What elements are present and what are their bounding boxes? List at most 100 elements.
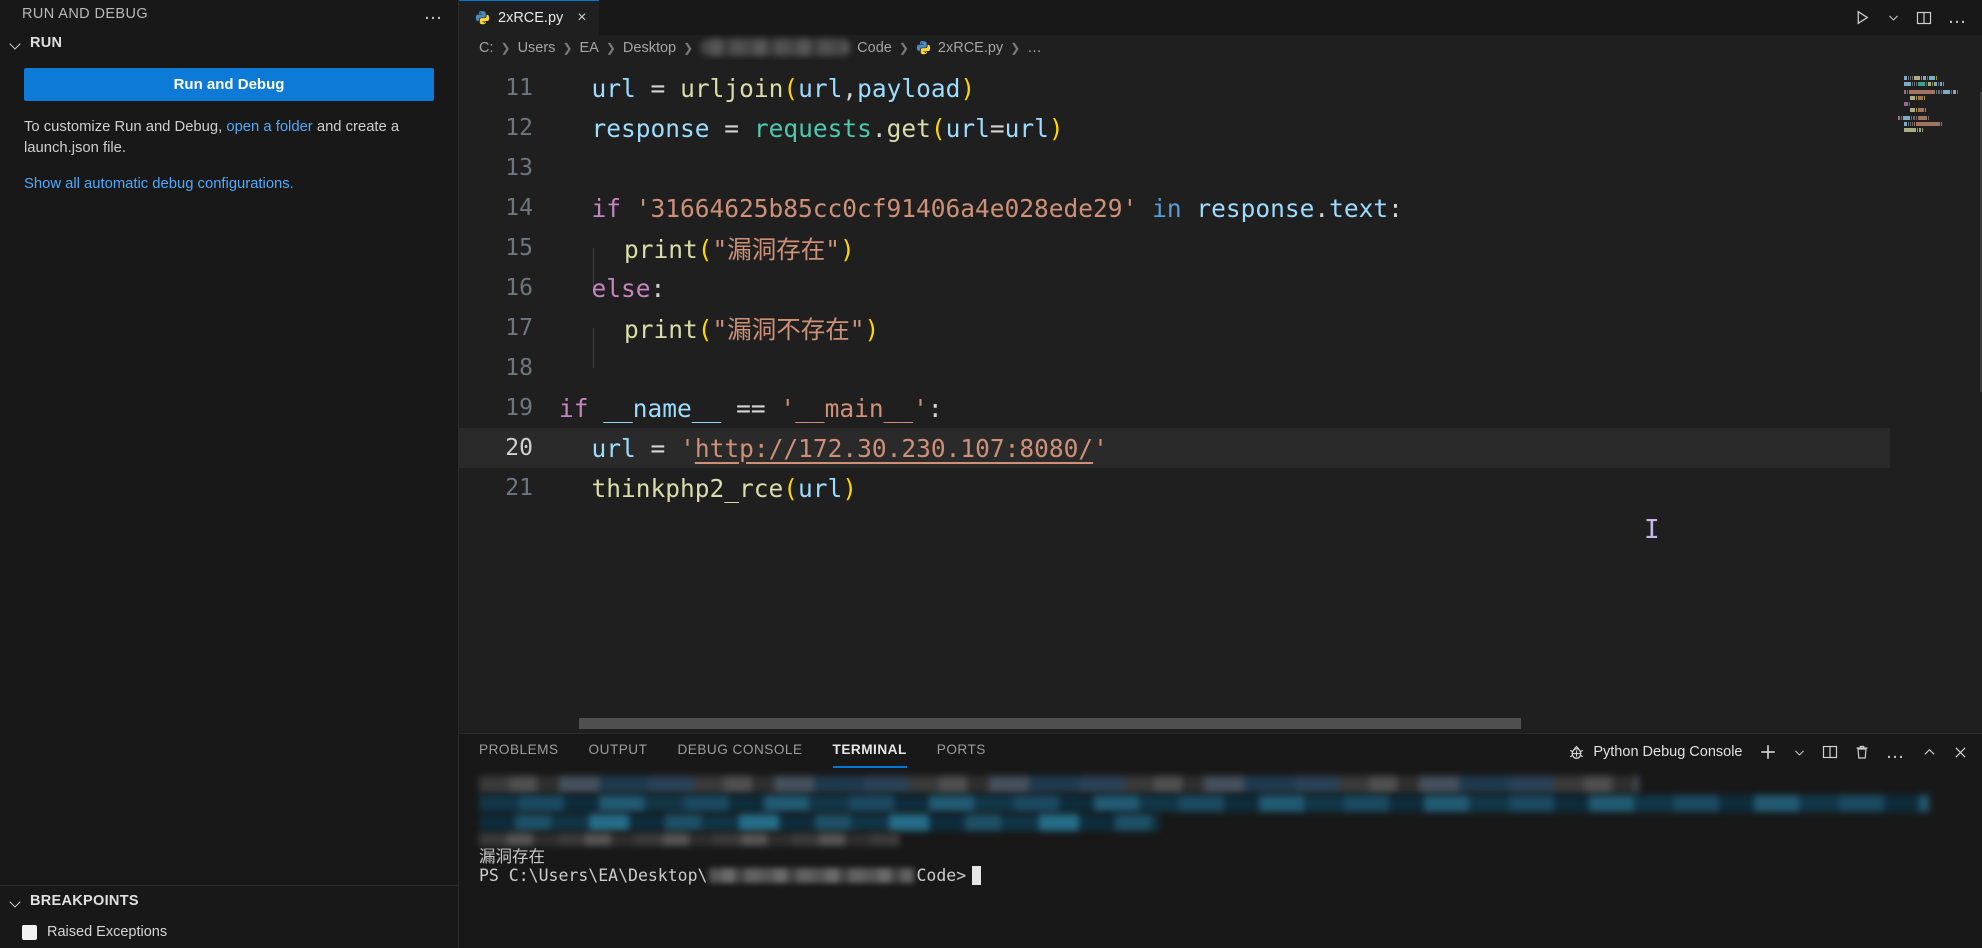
code-line[interactable]: 19 if __name__ == '__main__': [459,388,1890,428]
editor-area: 2xRCE.py × … C: ❯ Users ❯ EA ❯ Desktop ❯… [459,0,1982,948]
minimap-line [1898,108,1982,112]
code-token: ) [840,234,855,264]
code-line[interactable]: 21 thinkphp2_rce(url) [459,468,1890,508]
panel-tabs: PROBLEMS OUTPUT DEBUG CONSOLE TERMINAL PORTS [479,742,986,768]
minimap[interactable] [1890,60,1982,733]
chevron-right-icon: ❯ [1010,40,1021,55]
code-text: thinkphp2_rce(url) [559,473,858,503]
code-line[interactable]: 20 url = 'http://172.30.230.107:8080/' [459,428,1890,468]
code-token: '31664625b85cc0cf91406a4e028ede29' [635,193,1138,223]
more-actions-icon[interactable]: … [1948,8,1969,27]
run-section-header[interactable]: RUN [0,28,458,58]
code-token: url [1004,113,1049,143]
code-text: else: [559,273,666,303]
code-token: in [1152,193,1182,223]
breadcrumb-item-ea[interactable]: EA [580,40,599,56]
code-token: thinkphp2_rce [591,473,784,503]
new-terminal-icon[interactable] [1759,743,1777,761]
close-panel-icon[interactable] [1953,745,1968,760]
editor-tab-actions: … [1854,0,1982,35]
code-lines-container[interactable]: 11 url = urljoin(url,payload) 12 response =… [459,60,1890,733]
chevron-down-icon[interactable] [1887,11,1900,24]
python-icon [916,40,931,55]
breakpoint-item-raised-exceptions[interactable]: Raised Exceptions [0,916,458,948]
line-number: 19 [505,395,533,421]
panel-tab-problems[interactable]: PROBLEMS [479,742,559,762]
minimap-line [1898,122,1982,126]
code-text: print("漏洞存在") [559,231,855,288]
code-token: ( [930,113,946,143]
breadcrumb-item-symbols[interactable]: … [1027,40,1042,56]
line-number: 16 [505,275,533,301]
raised-exceptions-checkbox[interactable] [22,924,37,940]
chevron-right-icon: ❯ [500,40,511,55]
terminal-output[interactable]: 漏洞存在 PS C:\Users\EA\Desktop\ Code> [459,770,1982,948]
panel-tab-output[interactable]: OUTPUT [589,742,648,762]
code-line[interactable]: 11 url = urljoin(url,payload) [459,68,1890,108]
code-line[interactable]: 12 response = requests.get(url=url) [459,108,1890,148]
code-token: "漏洞不存在" [712,314,865,344]
code-line[interactable]: 15 print("漏洞存在") [459,228,1890,288]
scrollbar-thumb[interactable] [579,718,1522,729]
terminal-redacted-line [479,795,1929,812]
code-token: get [886,113,931,143]
kill-terminal-icon[interactable] [1854,744,1870,760]
breadcrumb-item-users[interactable]: Users [518,40,556,56]
code-token: : [650,273,666,303]
code-line[interactable]: 13 [459,148,1890,188]
breadcrumb-item-code[interactable]: Code [857,40,892,56]
code-line[interactable]: 17 print("漏洞不存在") [459,308,1890,368]
terminal-cursor [972,866,982,886]
close-icon[interactable]: × [577,9,586,26]
code-token: ) [1048,113,1064,143]
active-terminal-selector[interactable]: Python Debug Console [1568,744,1743,761]
panel-tab-debug-console[interactable]: DEBUG CONSOLE [677,742,802,762]
code-token[interactable]: http://172.30.230.107:8080/ [695,434,1093,463]
code-token: url [798,73,843,103]
more-actions-icon[interactable]: … [1886,743,1907,762]
code-token: = [650,73,666,103]
breadcrumb-item-drive[interactable]: C: [479,40,494,56]
open-a-folder-link[interactable]: open a folder [226,119,312,135]
code-token: ' [1093,433,1108,463]
breadcrumb: C: ❯ Users ❯ EA ❯ Desktop ❯ Code ❯ 2xRCE… [459,35,1982,60]
split-editor-icon[interactable] [1916,10,1932,26]
minimap-line [1898,76,1982,80]
breakpoints-section-header[interactable]: BREAKPOINTS [0,886,458,916]
code-line[interactable]: 14 if '31664625b85cc0cf91406a4e028ede29' … [459,188,1890,228]
run-python-file-icon[interactable] [1854,9,1871,26]
line-number: 21 [505,475,533,501]
editor-horizontal-scrollbar[interactable] [579,718,1852,729]
terminal-name-label: Python Debug Console [1593,744,1743,760]
line-number: 12 [505,115,533,141]
code-token: ' [680,433,695,463]
code-line[interactable]: 16 else: [459,268,1890,308]
code-token: print [624,314,698,344]
code-editor[interactable]: 11 url = urljoin(url,payload) 12 response =… [459,60,1982,733]
breadcrumb-item-desktop[interactable]: Desktop [623,40,676,56]
chevron-down-icon[interactable] [1793,746,1806,759]
code-text: if __name__ == '__main__': [559,394,943,423]
panel-tab-ports[interactable]: PORTS [937,742,986,762]
editor-tab-bar: 2xRCE.py × … [459,0,1982,35]
terminal-redacted-line [479,833,899,846]
show-all-automatic-debug-configurations-link[interactable]: Show all automatic debug configurations. [24,176,434,192]
breadcrumb-item-file[interactable]: 2xRCE.py [938,40,1003,56]
run-and-debug-button[interactable]: Run and Debug [24,68,434,101]
chevron-down-icon [8,893,24,909]
split-terminal-icon[interactable] [1822,744,1838,760]
code-token: requests [753,113,872,143]
maximize-panel-icon[interactable] [1922,745,1937,760]
breadcrumb-item-redacted[interactable] [700,39,851,56]
panel-tab-terminal[interactable]: TERMINAL [832,742,908,768]
editor-tab-2xrce-py[interactable]: 2xRCE.py × [459,0,599,35]
code-token: "漏洞存在" [712,234,841,264]
sidebar-more-actions-icon[interactable]: … [424,4,445,23]
run-section-body: Run and Debug To customize Run and Debug… [0,58,458,192]
code-line[interactable]: 18 [459,348,1890,388]
